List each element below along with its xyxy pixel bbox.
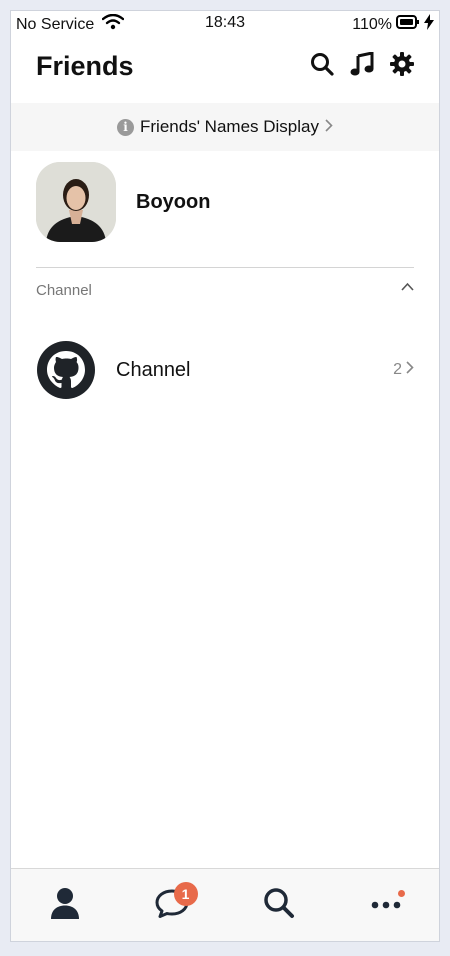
divider xyxy=(36,267,414,268)
tab-chats[interactable]: 1 xyxy=(142,880,202,930)
search-icon[interactable] xyxy=(309,51,335,77)
tab-more[interactable] xyxy=(356,880,416,930)
chevron-right-icon xyxy=(325,117,333,137)
page-title: Friends xyxy=(36,51,134,81)
status-right: 110% xyxy=(352,14,434,35)
more-icon xyxy=(371,896,401,914)
status-bar: No Service 18:43 110% xyxy=(11,11,439,37)
channel-count: 2 xyxy=(393,361,414,379)
battery-icon xyxy=(396,15,420,34)
chat-badge: 1 xyxy=(173,882,198,906)
channel-label: Channel xyxy=(116,358,191,381)
charging-icon xyxy=(424,14,434,35)
tab-bar: 1 xyxy=(11,868,439,941)
channel-row[interactable]: Channel 2 xyxy=(36,340,414,400)
section-label: Channel xyxy=(36,282,92,299)
profile-name: Boyoon xyxy=(136,190,211,213)
phone-screen: No Service 18:43 110% Friends i Friends'… xyxy=(10,10,440,942)
my-profile[interactable]: Boyoon xyxy=(36,161,416,243)
battery-text: 110% xyxy=(352,15,392,33)
info-icon: i xyxy=(117,118,135,136)
chevron-up-icon[interactable] xyxy=(401,279,414,297)
person-icon xyxy=(50,887,80,924)
header-actions xyxy=(309,51,415,77)
chevron-right-icon xyxy=(406,361,414,379)
banner-text: Friends' Names Display xyxy=(140,117,319,136)
github-icon xyxy=(36,340,96,400)
channel-section-header[interactable]: Channel xyxy=(36,279,414,303)
music-icon[interactable] xyxy=(349,51,375,77)
avatar xyxy=(36,162,116,242)
tab-friends[interactable] xyxy=(35,880,95,930)
search-icon xyxy=(263,887,295,924)
gear-icon[interactable] xyxy=(389,51,415,77)
tab-search[interactable] xyxy=(249,880,309,930)
header: Friends xyxy=(11,37,439,103)
channel-count-value: 2 xyxy=(393,361,402,378)
notification-dot xyxy=(397,890,405,897)
names-display-banner[interactable]: i Friends' Names Display xyxy=(11,103,439,151)
